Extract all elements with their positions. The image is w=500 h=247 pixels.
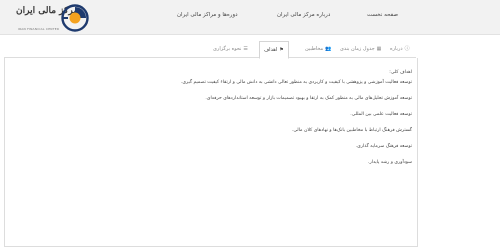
content-heading: اهداف کلی:	[389, 70, 412, 75]
tab-goals[interactable]: ⚑اهداف	[259, 41, 289, 59]
nav-courses[interactable]: دوره‌ها و مراکز مالی ایران	[177, 12, 238, 18]
tab-schedule[interactable]: ▦جدول زمان بندی	[340, 41, 381, 57]
tab-label: مخاطبین	[305, 46, 324, 52]
nav-home[interactable]: صفحه نخست	[367, 12, 398, 18]
goal-item: توسعه فعالیت آموزشی و پژوهشی با کیفیت و …	[180, 80, 412, 85]
goal-item: توسعه فرهنگ سرمایه گذاری.	[355, 144, 412, 149]
tab-label: اهداف	[264, 47, 278, 53]
goal-item: توسعه آموزش تحلیل‌های مالی به منظور کمک …	[205, 96, 412, 101]
goal-item: گسترش فرهنگ ارتباط با مخاطبین بانک‌ها و …	[291, 128, 412, 133]
top-header: مرکز مالی ایران IRAN FINANCIAL CENTER صف…	[0, 0, 500, 35]
flag-icon: ⚑	[279, 47, 284, 53]
logo[interactable]: مرکز مالی ایران IRAN FINANCIAL CENTER	[8, 3, 90, 33]
tab-content-panel: اهداف کلی: توسعه فعالیت آموزشی و پژوهشی …	[4, 58, 418, 247]
goal-item: سودآوری و رشد پایدار.	[368, 160, 412, 165]
nav-about[interactable]: درباره مرکز مالی ایران	[277, 12, 330, 18]
tab-method[interactable]: ☰نحوه برگزاری	[213, 41, 248, 57]
tab-label: نحوه برگزاری	[213, 46, 242, 52]
tab-bar: ⓘدرباره ▦جدول زمان بندی 👥مخاطبین ⚑اهداف …	[0, 41, 500, 59]
calendar-icon: ▦	[376, 46, 382, 52]
tab-label: جدول زمان بندی	[340, 46, 375, 52]
tab-audience[interactable]: 👥مخاطبین	[305, 41, 331, 57]
info-icon: ⓘ	[404, 46, 410, 52]
tab-label: درباره	[390, 46, 403, 52]
goal-item: توسعه فعالیت علمی بین المللی.	[350, 112, 412, 117]
list-icon: ☰	[243, 46, 248, 52]
logo-subtitle: IRAN FINANCIAL CENTER	[18, 27, 60, 31]
tab-about[interactable]: ⓘدرباره	[390, 41, 410, 57]
logo-mark-icon	[61, 4, 89, 32]
users-icon: 👥	[325, 46, 332, 52]
